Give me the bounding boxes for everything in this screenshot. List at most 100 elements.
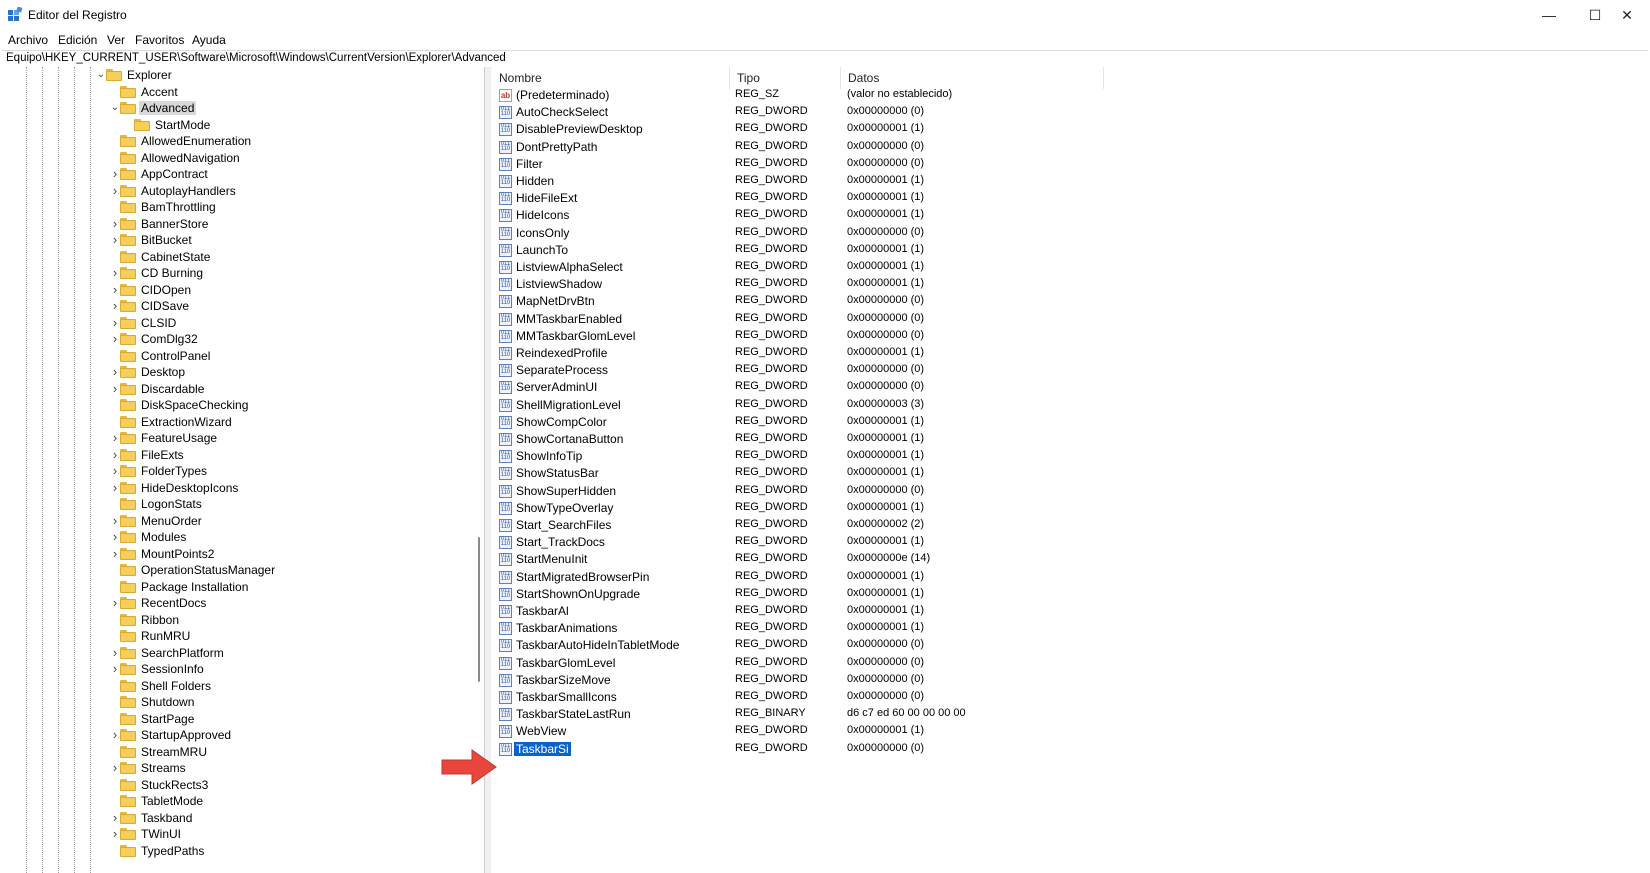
tree-node[interactable]: › AppContract	[0, 166, 470, 182]
tree-node-label[interactable]: StartupApproved	[139, 728, 233, 742]
tree-node[interactable]: › MountPoints2	[0, 546, 470, 562]
tree-node[interactable]: RunMRU	[0, 628, 470, 644]
value-name[interactable]: ShowCortanaButton	[514, 432, 625, 446]
tree-node-label[interactable]: SearchPlatform	[139, 646, 226, 660]
value-row[interactable]: 011 110 HideFileExt REG_DWORD 0x00000001 (1…	[492, 190, 1592, 207]
value-name[interactable]: WebView	[514, 724, 568, 738]
chevron-right-icon[interactable]: ›	[110, 381, 120, 396]
value-name[interactable]: ReindexedProfile	[514, 346, 609, 360]
tree-node[interactable]: OperationStatusManager	[0, 562, 470, 578]
chevron-right-icon[interactable]: ›	[110, 810, 120, 825]
value-row[interactable]: 011 110 ShowTypeOverlay REG_DWORD 0x0000000…	[492, 500, 1592, 517]
value-row[interactable]: 011 110 TaskbarSi REG_DWORD 0x00000000 (0)	[492, 740, 1592, 758]
tree-node[interactable]: Accent	[0, 84, 470, 100]
column-header-data[interactable]: Datos	[841, 67, 1104, 89]
chevron-right-icon[interactable]: ›	[110, 761, 120, 775]
value-row[interactable]: 011 110 TaskbarGlomLevel REG_DWORD 0x000000…	[492, 655, 1592, 672]
value-row[interactable]: 011 110 Start_SearchFiles REG_DWORD 0x00000…	[492, 517, 1592, 534]
value-name[interactable]: ShowTypeOverlay	[514, 501, 615, 515]
tree-node-label[interactable]: CIDSave	[139, 299, 191, 313]
tree-node[interactable]: StuckRects3	[0, 777, 470, 793]
tree-node[interactable]: LogonStats	[0, 496, 470, 512]
tree-node[interactable]: ⌄ Advanced	[0, 100, 470, 116]
value-name[interactable]: ServerAdminUI	[514, 380, 599, 394]
value-name[interactable]: TaskbarAl	[514, 604, 571, 618]
key-tree-pane[interactable]: ⌄ Explorer Accent ⌄ Advanced StartMode Allowed…	[0, 67, 485, 873]
tree-node-label[interactable]: TWinUI	[139, 827, 183, 841]
tree-node[interactable]: Package Installation	[0, 579, 470, 595]
tree-node[interactable]: ExtractionWizard	[0, 414, 470, 430]
tree-node-label[interactable]: AppContract	[139, 167, 210, 181]
tree-node-label[interactable]: LogonStats	[139, 497, 204, 511]
tree-node[interactable]: › Modules	[0, 529, 470, 545]
value-name[interactable]: Filter	[514, 157, 545, 171]
chevron-right-icon[interactable]: ›	[110, 216, 120, 231]
value-name[interactable]: HideFileExt	[514, 191, 579, 205]
value-row[interactable]: 011 110 ShellMigrationLevel REG_DWORD 0x000…	[492, 397, 1592, 414]
tree-node-label[interactable]: AllowedEnumeration	[139, 134, 253, 148]
tree-node-label[interactable]: Shell Folders	[139, 679, 213, 693]
value-row[interactable]: 011 110 TaskbarSmallIcons REG_DWORD 0x00000…	[492, 689, 1592, 706]
tree-node[interactable]: TypedPaths	[0, 843, 470, 859]
menu-favoritos[interactable]: Favoritos	[135, 33, 184, 47]
value-name[interactable]: ShowInfoTip	[514, 449, 584, 463]
tree-node[interactable]: › MenuOrder	[0, 513, 470, 529]
tree-node-label[interactable]: BamThrottling	[139, 200, 218, 214]
value-name[interactable]: AutoCheckSelect	[514, 105, 610, 119]
tree-node-label[interactable]: Discardable	[139, 382, 206, 396]
tree-node[interactable]: › ComDlg32	[0, 331, 470, 347]
tree-node-label[interactable]: ComDlg32	[139, 332, 200, 346]
tree-node-label[interactable]: ExtractionWizard	[139, 415, 234, 429]
tree-node[interactable]: Ribbon	[0, 612, 470, 628]
address-path[interactable]: Equipo\HKEY_CURRENT_USER\Software\Micros…	[6, 52, 506, 64]
chevron-right-icon[interactable]: ›	[110, 183, 120, 198]
value-row[interactable]: 011 110 ServerAdminUI REG_DWORD 0x00000000 …	[492, 379, 1592, 396]
tree-node[interactable]: › BannerStore	[0, 216, 470, 232]
value-row[interactable]: 011 110 StartMigratedBrowserPin REG_DWORD 0…	[492, 569, 1592, 586]
value-name[interactable]: ShowCompColor	[514, 415, 609, 429]
tree-node-label[interactable]: Package Installation	[139, 580, 250, 594]
value-row[interactable]: 011 110 Filter REG_DWORD 0x00000000 (0)	[492, 156, 1592, 173]
tree-node[interactable]: › RecentDocs	[0, 595, 470, 611]
value-row[interactable]: 011 110 SeparateProcess REG_DWORD 0x0000000…	[492, 362, 1592, 379]
tree-node[interactable]: › CIDSave	[0, 298, 470, 314]
tree-node-label[interactable]: Accent	[139, 85, 180, 99]
tree-node[interactable]: Shell Folders	[0, 678, 470, 694]
tree-node[interactable]: › Streams	[0, 760, 470, 776]
tree-node-label[interactable]: AutoplayHandlers	[139, 184, 238, 198]
value-name[interactable]: TaskbarAnimations	[514, 621, 619, 635]
column-header-type[interactable]: Tipo	[730, 67, 841, 89]
tree-node[interactable]: StartPage	[0, 711, 470, 727]
chevron-right-icon[interactable]: ›	[110, 332, 120, 346]
chevron-right-icon[interactable]: ›	[110, 266, 120, 280]
tree-node[interactable]: › BitBucket	[0, 232, 470, 248]
tree-node[interactable]: › Taskband	[0, 810, 470, 826]
value-name[interactable]: (Predeterminado)	[514, 88, 611, 102]
value-name[interactable]: DisablePreviewDesktop	[514, 122, 645, 136]
tree-node-label[interactable]: RunMRU	[139, 629, 192, 643]
value-name[interactable]: ListviewShadow	[514, 277, 604, 291]
chevron-right-icon[interactable]: ›	[110, 645, 120, 660]
chevron-right-icon[interactable]: ›	[110, 827, 120, 841]
tree-node[interactable]: ControlPanel	[0, 348, 470, 364]
tree-node[interactable]: TabletMode	[0, 793, 470, 809]
value-name[interactable]: LaunchTo	[514, 243, 570, 257]
value-row[interactable]: 011 110 TaskbarStateLastRun REG_BINARY d6 c…	[492, 706, 1592, 723]
value-row[interactable]: 011 110 ListviewAlphaSelect REG_DWORD 0x000…	[492, 259, 1592, 276]
tree-node-label[interactable]: MountPoints2	[139, 547, 216, 561]
value-row[interactable]: 011 110 MMTaskbarGlomLevel REG_DWORD 0x0000…	[492, 328, 1592, 345]
value-row[interactable]: ab (Predeterminado) REG_SZ (valor no establ…	[492, 87, 1592, 104]
tree-node-label[interactable]: FileExts	[139, 448, 186, 462]
value-row[interactable]: 011 110 TaskbarAutoHideInTabletMode REG_DW…	[492, 637, 1592, 654]
tree-node[interactable]: › Discardable	[0, 381, 470, 397]
value-row[interactable]: 011 110 ShowCompColor REG_DWORD 0x00000001 …	[492, 414, 1592, 431]
tree-node[interactable]: › CD Burning	[0, 265, 470, 281]
value-row[interactable]: 011 110 LaunchTo REG_DWORD 0x00000001 (1)	[492, 242, 1592, 259]
value-name[interactable]: TaskbarSi	[513, 740, 572, 757]
chevron-right-icon[interactable]: ›	[110, 480, 120, 495]
menu-ayuda[interactable]: Ayuda	[192, 33, 226, 47]
tree-node-label[interactable]: Desktop	[139, 365, 187, 379]
chevron-right-icon[interactable]: ›	[110, 233, 120, 247]
chevron-right-icon[interactable]: ›	[110, 596, 120, 610]
chevron-right-icon[interactable]: ›	[110, 282, 120, 297]
